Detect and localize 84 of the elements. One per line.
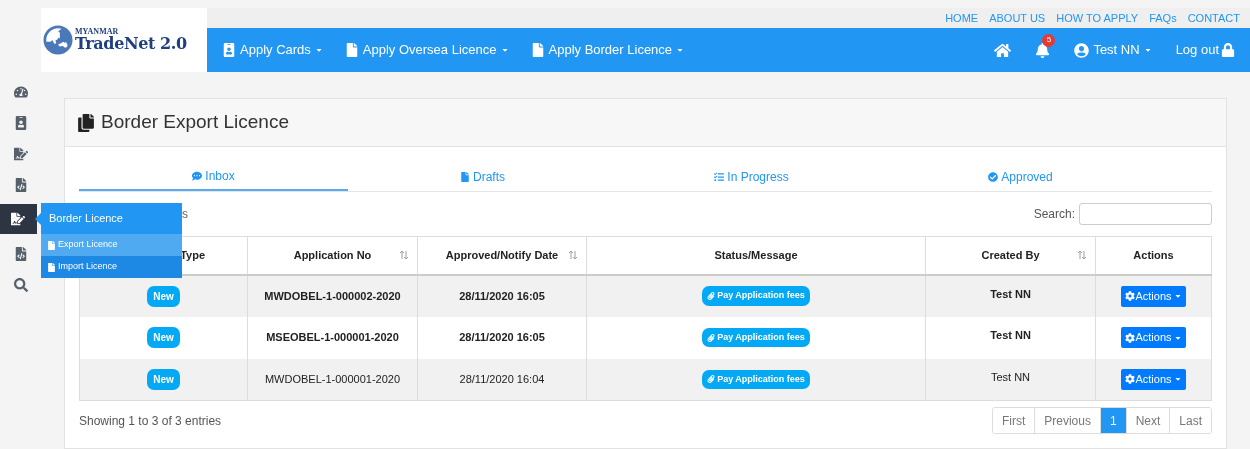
column-header[interactable]: Application No <box>247 236 418 275</box>
user-menu[interactable]: Test NN <box>1074 40 1152 60</box>
gauge-icon <box>13 84 28 99</box>
page-button[interactable]: Last <box>1169 408 1211 433</box>
column-header[interactable]: Created By <box>925 236 1096 275</box>
sidebar-item[interactable] <box>0 204 37 234</box>
entries-info: Showing 1 to 3 of 3 entries <box>79 412 222 430</box>
logout-button[interactable]: Log out <box>1175 40 1235 60</box>
comment-icon <box>192 171 203 181</box>
nav-menu[interactable]: Apply Oversea Licence <box>344 40 509 60</box>
page-title: Border Export Licence <box>101 110 289 135</box>
home-icon[interactable] <box>994 41 1012 59</box>
table-cell: 28/11/2020 16:05 <box>417 316 587 359</box>
top-link[interactable]: ABOUT US <box>989 9 1046 27</box>
id-badge-icon <box>13 115 28 130</box>
actions-button[interactable]: Actions <box>1121 368 1186 390</box>
file-icon <box>47 240 56 250</box>
top-link[interactable]: FAQs <box>1149 9 1177 27</box>
logo-subtitle: MYANMAR <box>75 28 120 36</box>
nav-menu[interactable]: Apply Border Licence <box>530 40 685 60</box>
tab[interactable]: Approved <box>886 163 1155 191</box>
lock-icon <box>1221 43 1235 57</box>
search-label: Search: <box>1033 206 1075 223</box>
file-code-icon <box>13 246 28 261</box>
top-link[interactable]: HOME <box>945 9 979 27</box>
status-badge: New <box>147 327 180 348</box>
status-pill[interactable]: Pay Application fees <box>702 369 810 389</box>
column-header[interactable]: Status/Message <box>586 236 926 275</box>
caret-icon <box>676 46 685 54</box>
column-header[interactable]: Actions <box>1095 236 1212 275</box>
status-pill[interactable]: Pay Application fees <box>702 286 810 306</box>
flyout-item[interactable]: Import Licence <box>41 256 182 278</box>
column-header[interactable]: Approved/Notify Date <box>417 236 587 275</box>
table-cell: 28/11/2020 16:05 <box>417 274 587 317</box>
tab[interactable]: Inbox <box>79 163 348 191</box>
gear-icon <box>1125 374 1136 385</box>
notification-badge: 5 <box>1042 33 1056 47</box>
paperclip-icon <box>707 292 716 300</box>
table-cell: MSEOBEL-1-000001-2020 <box>247 316 418 359</box>
entries-label: s <box>182 206 188 223</box>
tab[interactable]: Drafts <box>348 163 617 191</box>
page-button[interactable]: 1 <box>1099 408 1126 433</box>
file-code-icon <box>13 177 28 192</box>
gear-icon <box>1125 332 1136 343</box>
flyout-title: Border Licence <box>48 211 124 227</box>
table-cell: Test NN <box>925 274 1096 317</box>
tab[interactable]: In Progress <box>617 163 886 191</box>
paperclip-icon <box>707 333 716 342</box>
top-link[interactable]: CONTACT <box>1187 9 1240 27</box>
status-pill[interactable]: Pay Application fees <box>702 327 810 348</box>
file-icon <box>47 262 56 272</box>
id-badge-icon <box>222 43 236 57</box>
top-link[interactable]: HOW TO APPLY <box>1056 9 1139 27</box>
actions-button[interactable]: Actions <box>1121 285 1186 307</box>
actions-button[interactable]: Actions <box>1121 327 1186 348</box>
table-cell: 28/11/2020 16:04 <box>417 358 587 401</box>
nav-menu[interactable]: Apply Cards <box>222 40 323 60</box>
file-icon <box>530 43 545 57</box>
caret-icon <box>314 46 323 54</box>
status-badge: New <box>147 368 180 390</box>
file-icon <box>460 172 470 182</box>
table-cell: Test NN <box>925 358 1096 401</box>
table-cell: MWDOBEL-1-000002-2020 <box>247 274 418 317</box>
file-pen-icon <box>13 146 28 161</box>
paperclip-icon <box>707 375 716 384</box>
table-cell: Test NN <box>925 316 1096 359</box>
logo-title: TradeNet 2.0 <box>75 36 187 52</box>
file-icon <box>344 43 359 57</box>
user-icon <box>1074 42 1090 58</box>
gear-icon <box>1125 291 1136 301</box>
file-pen-icon <box>11 212 25 226</box>
checklist-icon <box>714 172 725 182</box>
search-field[interactable] <box>1079 203 1212 225</box>
status-badge: New <box>147 285 180 307</box>
caret-icon <box>1143 46 1152 54</box>
logo[interactable]: MYANMAR TradeNet 2.0 <box>41 8 207 72</box>
caret-icon <box>1173 292 1182 300</box>
flyout-item[interactable]: Export Licence <box>41 234 182 256</box>
table-cell: MWDOBEL-1-000001-2020 <box>247 358 418 401</box>
bell-icon[interactable] <box>1035 42 1051 58</box>
search-icon <box>13 277 28 292</box>
caret-icon <box>500 46 509 54</box>
globe-emblem-icon <box>43 25 73 55</box>
documents-icon <box>77 113 95 132</box>
